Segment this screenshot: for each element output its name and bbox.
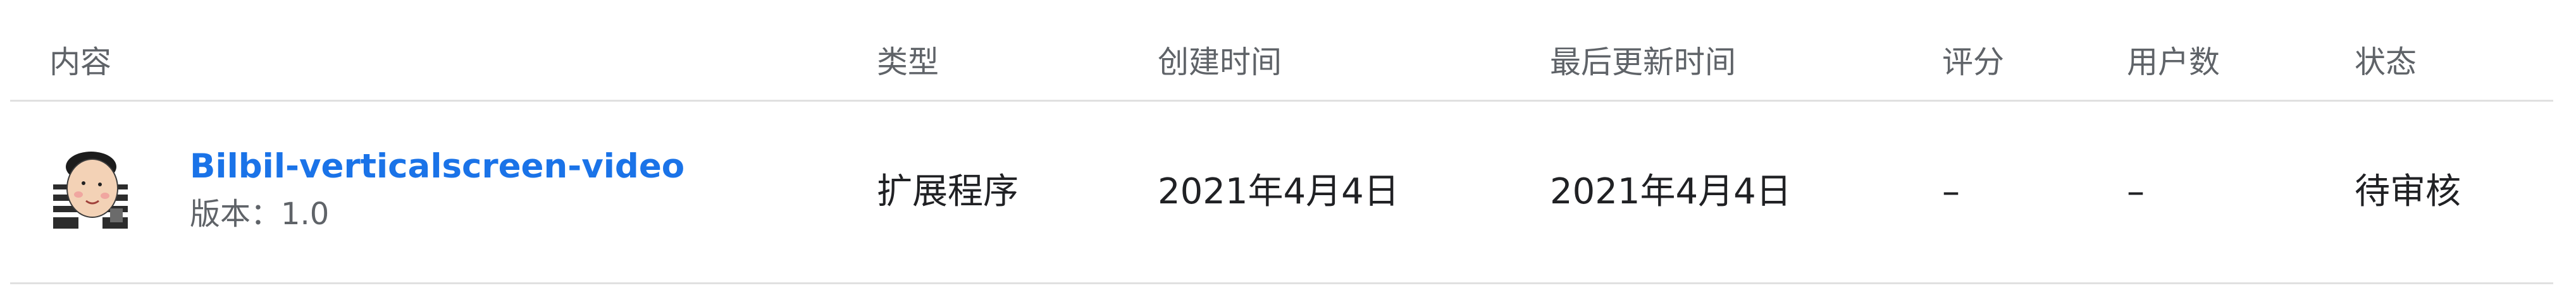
- table-header: 内容 类型 创建时间 最后更新时间 评分 用户数 状态: [10, 0, 2553, 102]
- column-header-rating: 评分: [1942, 44, 2005, 80]
- table-row: Bilbil-verticalscreen-video 版本：1.0 扩展程序 …: [10, 100, 2553, 284]
- updated-date-cell: 2021年4月4日: [1550, 171, 1792, 212]
- version-label: 版本：1.0: [190, 196, 330, 232]
- column-header-content: 内容: [49, 44, 112, 80]
- items-table: 内容 类型 创建时间 最后更新时间 评分 用户数 状态 Bilbil-verti…: [0, 0, 2576, 288]
- column-header-status: 状态: [2355, 44, 2417, 80]
- column-header-type: 类型: [877, 44, 939, 80]
- created-date-cell: 2021年4月4日: [1158, 171, 1399, 212]
- users-cell: –: [2127, 171, 2145, 212]
- rating-cell: –: [1942, 171, 1960, 212]
- column-header-created: 创建时间: [1158, 44, 1282, 80]
- cartoon-avatar-icon: [49, 148, 132, 230]
- column-header-users: 用户数: [2127, 44, 2220, 80]
- extension-title-link[interactable]: Bilbil-verticalscreen-video: [190, 143, 684, 191]
- column-header-updated: 最后更新时间: [1550, 44, 1737, 80]
- status-cell: 待审核: [2355, 171, 2461, 212]
- type-cell: 扩展程序: [877, 171, 1019, 212]
